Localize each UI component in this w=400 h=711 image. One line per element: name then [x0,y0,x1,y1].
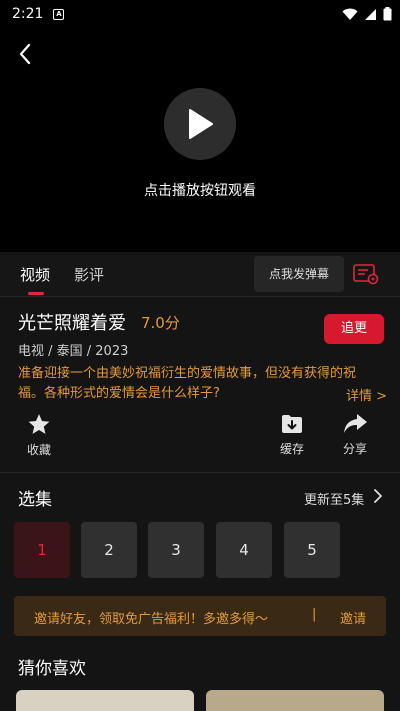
episode-button-4[interactable]: 4 [216,522,272,578]
recommend-thumbnail[interactable] [16,690,194,711]
status-time: 2:21 [12,6,44,22]
share-label: 分享 [342,442,367,456]
danmu-settings-icon[interactable] [353,263,379,285]
star-icon [28,414,50,434]
notification-icon: A [53,8,65,20]
share-arrow-icon [344,414,367,433]
recommend-heading: 猜你喜欢 [18,659,86,679]
invite-text: 邀请好友，领取免广告福利！多邀多得～ [34,612,269,627]
status-bar: 2:21 A [0,0,400,28]
tab-video[interactable]: 视频 [20,264,50,285]
content-tabs: 视频 影评 点我发弹幕 [0,252,400,297]
download-folder-icon [282,415,302,433]
play-hint-text: 点击播放按钮观看 [144,183,256,199]
cache-button[interactable]: 缓存 [270,412,314,457]
send-danmu-button[interactable]: 点我发弹幕 [254,256,344,292]
favorite-label: 收藏 [26,443,51,457]
tab-review[interactable]: 影评 [74,264,104,285]
back-arrow-icon[interactable] [14,42,38,66]
wifi-icon [342,8,358,20]
battery-icon [383,7,392,21]
video-player[interactable]: 点击播放按钮观看 [0,28,400,252]
play-icon [189,109,213,139]
active-tab-indicator [28,292,44,295]
episodes-heading: 选集 [18,490,52,510]
recommend-thumbnail[interactable] [206,690,384,711]
episodes-update-info[interactable]: 更新至5集 [304,489,364,508]
episode-button-2[interactable]: 2 [81,522,137,578]
invite-button[interactable]: 邀请 [340,608,366,627]
signal-icon [365,8,376,20]
play-button[interactable] [164,88,236,160]
cache-label: 缓存 [279,442,304,456]
episode-button-1[interactable]: 1 [14,522,70,578]
show-description: 准备迎接一个由美妙祝福衍生的爱情故事，但没有获得的祝福。各种形式的爱情会是什么样… [18,366,357,401]
details-link[interactable]: 详情 > [346,385,387,404]
invite-separator: | [312,607,317,622]
follow-button[interactable]: 追更 [324,314,384,344]
chevron-right-icon[interactable] [372,488,384,504]
invite-banner[interactable]: 邀请好友，领取免广告福利！多邀多得～ | 邀请 [14,596,386,636]
section-divider [0,472,400,473]
episode-button-3[interactable]: 3 [148,522,204,578]
episode-button-5[interactable]: 5 [284,522,340,578]
show-meta: 电视 / 泰国 / 2023 [18,344,129,359]
show-score: 7.0分 [141,314,180,332]
show-title: 光芒照耀着爱 [18,313,126,334]
favorite-button[interactable]: 收藏 [17,412,61,458]
share-button[interactable]: 分享 [333,412,377,457]
